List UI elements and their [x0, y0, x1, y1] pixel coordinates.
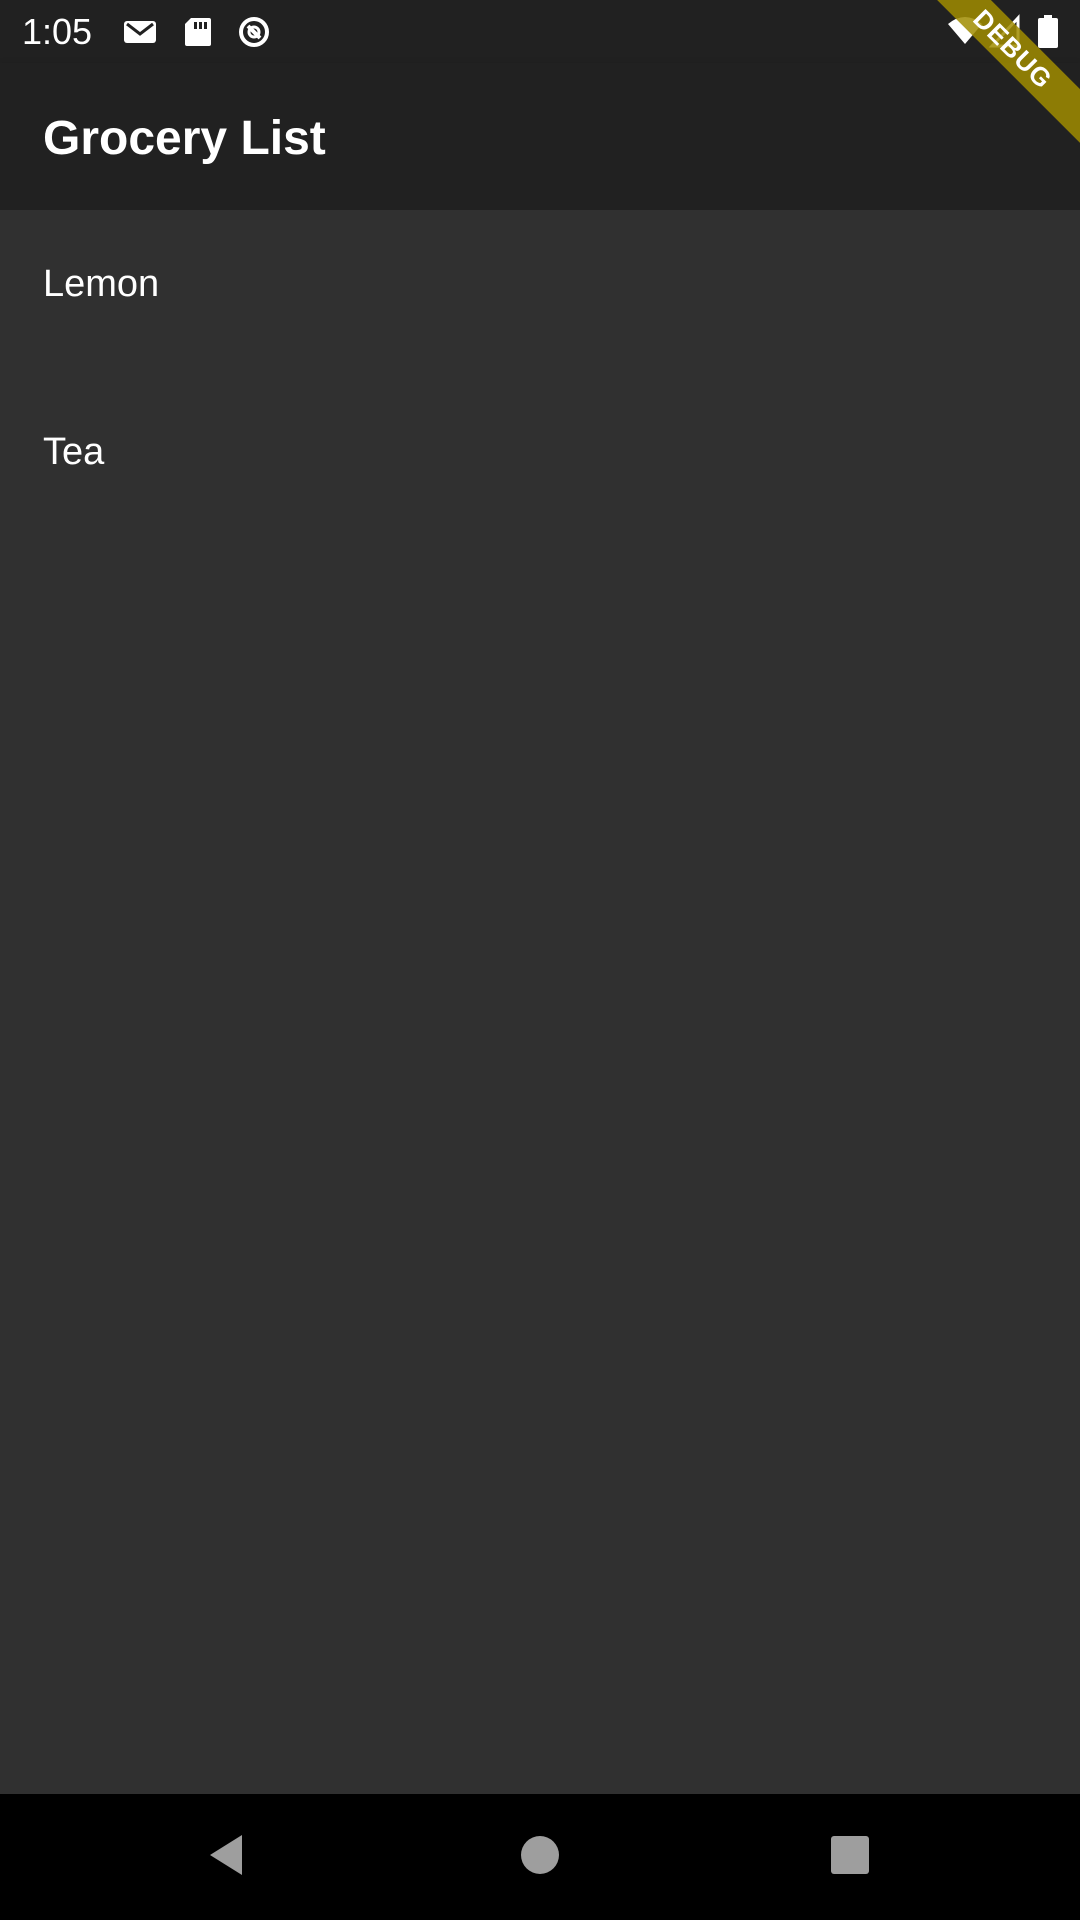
- status-bar: 1:05: [0, 0, 1080, 63]
- list-item-tea[interactable]: Tea: [0, 378, 1080, 546]
- recents-button[interactable]: [770, 1794, 930, 1920]
- battery-icon: [1036, 14, 1060, 50]
- page-title: Grocery List: [43, 112, 326, 165]
- list-item-label: Tea: [43, 431, 105, 473]
- app-screen: 1:05 Grocery List Lemon Tea DEBUG: [0, 0, 1080, 1920]
- back-icon: [206, 1833, 246, 1882]
- list-item-lemon[interactable]: Lemon: [0, 210, 1080, 378]
- back-button[interactable]: [146, 1794, 306, 1920]
- app-bar: Grocery List: [0, 63, 1080, 210]
- navigation-bar: [0, 1794, 1080, 1920]
- home-icon: [520, 1835, 560, 1880]
- sd-card-icon: [180, 14, 216, 50]
- recents-icon: [830, 1835, 870, 1880]
- gmail-icon: [122, 14, 158, 50]
- status-time: 1:05: [22, 11, 93, 52]
- grocery-list: Lemon Tea: [0, 210, 1080, 1794]
- list-item-label: Lemon: [43, 263, 160, 305]
- home-button[interactable]: [460, 1794, 620, 1920]
- sync-icon: [236, 14, 272, 50]
- signal-icon: [988, 14, 1024, 50]
- wifi-icon: [946, 14, 982, 50]
